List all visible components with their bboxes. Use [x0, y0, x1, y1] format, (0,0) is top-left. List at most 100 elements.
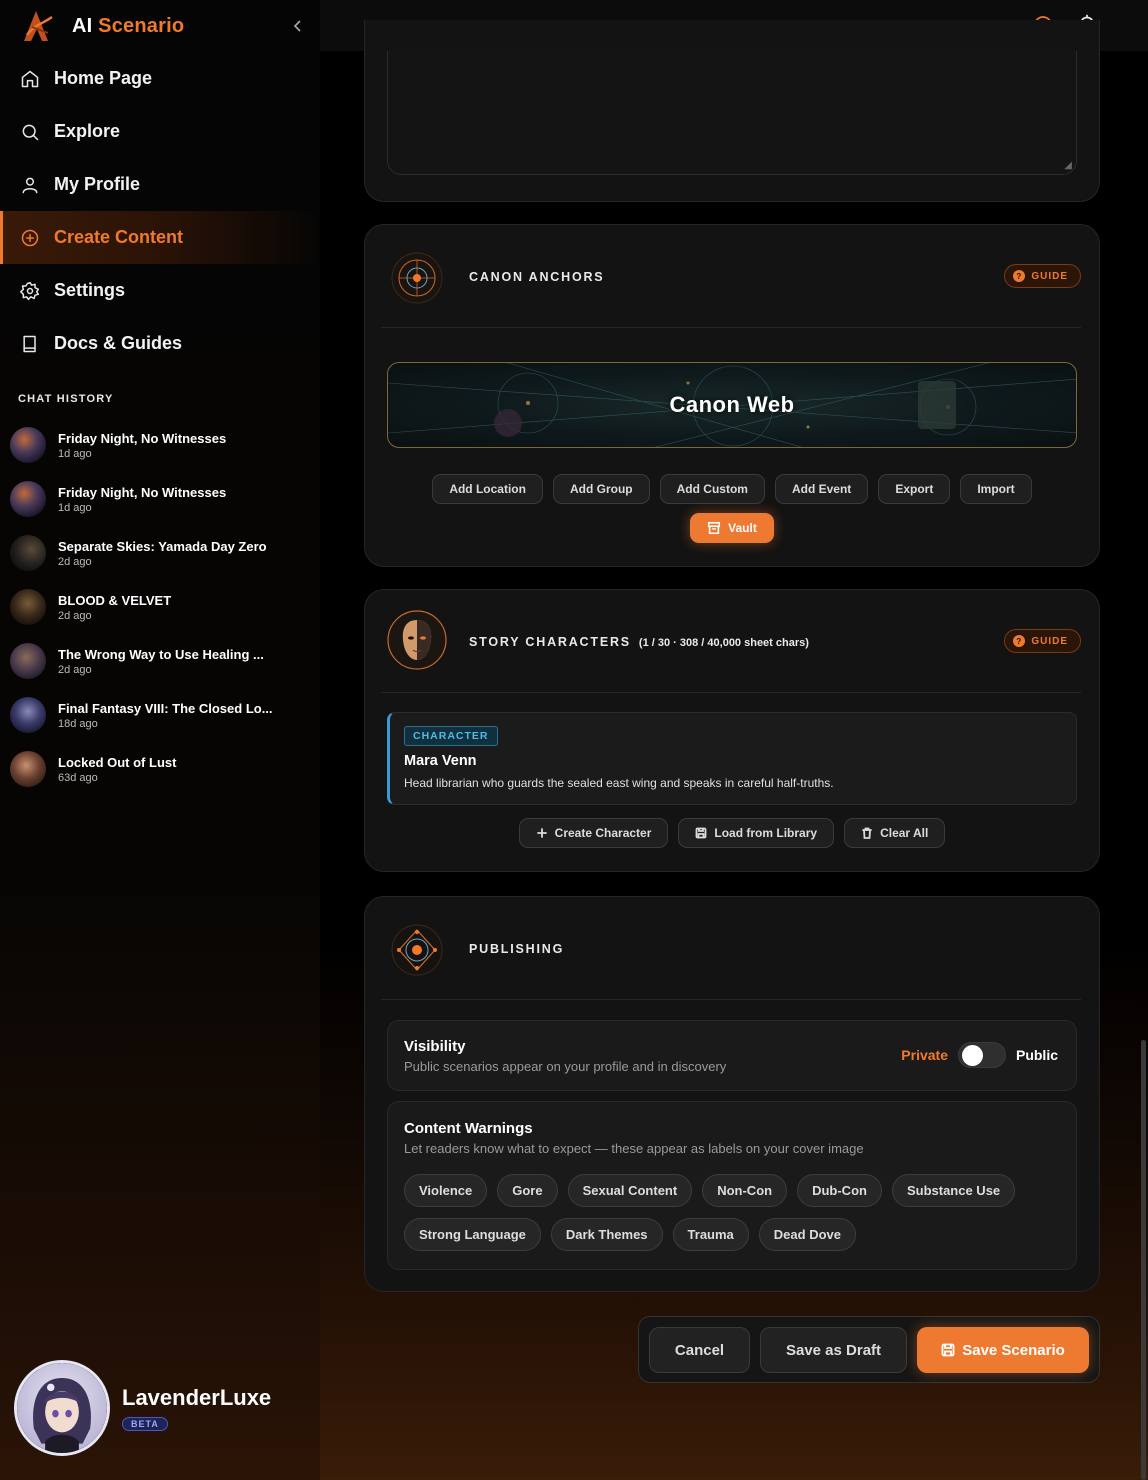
- content-warnings-description: Let readers know what to expect — these …: [404, 1141, 864, 1156]
- canon-actions: Add Location Add Group Add Custom Add Ev…: [364, 474, 1100, 504]
- chat-avatar: [10, 427, 46, 463]
- characters-guide-button[interactable]: ? GUIDE: [1004, 629, 1081, 653]
- search-icon: [22, 124, 39, 140]
- canon-anchors-icon: [391, 252, 443, 304]
- user-profile[interactable]: LavenderLuxe BETA: [14, 1360, 271, 1456]
- save-draft-button[interactable]: Save as Draft: [760, 1327, 907, 1373]
- chat-avatar: [10, 643, 46, 679]
- import-button[interactable]: Import: [960, 474, 1032, 504]
- divider: [381, 692, 1081, 693]
- export-button[interactable]: Export: [878, 474, 951, 504]
- add-group-button[interactable]: Add Group: [552, 474, 650, 504]
- publishing-title: PUBLISHING: [469, 942, 565, 956]
- save-icon: [941, 1343, 955, 1357]
- chat-history-item[interactable]: Friday Night, No Witnesses 1d ago: [10, 418, 310, 472]
- vault-row: Vault: [364, 513, 1100, 543]
- nav-item-label: Docs & Guides: [54, 333, 183, 353]
- nav-item-docs[interactable]: Docs & Guides: [0, 317, 320, 370]
- chat-title: Friday Night, No Witnesses: [58, 430, 227, 446]
- warning-trauma[interactable]: Trauma: [672, 1218, 749, 1251]
- resize-grip-icon[interactable]: ◢: [1064, 160, 1072, 171]
- story-characters-title: STORY CHARACTERS (1 / 30 · 308 / 40,000 s…: [469, 635, 809, 649]
- add-location-button[interactable]: Add Location: [432, 474, 543, 504]
- chat-time: 18d ago: [58, 717, 98, 730]
- publishing-icon: [391, 924, 443, 976]
- chat-title: The Wrong Way to Use Healing ...: [58, 646, 264, 662]
- chat-avatar: [10, 535, 46, 571]
- chat-history-item[interactable]: BLOOD & VELVET 2d ago: [10, 580, 310, 634]
- chat-title: Friday Night, No Witnesses: [58, 484, 227, 500]
- warning-gore[interactable]: Gore: [497, 1174, 558, 1207]
- canon-web-banner[interactable]: Canon Web: [387, 362, 1077, 448]
- gear-icon: [20, 281, 40, 300]
- warning-strong-language[interactable]: Strong Language: [404, 1218, 541, 1251]
- vault-button[interactable]: Vault: [690, 513, 774, 543]
- character-description: Head librarian who guards the sealed eas…: [404, 776, 834, 790]
- character-tag: CHARACTER: [404, 726, 498, 746]
- user-icon: [22, 177, 38, 193]
- help-icon: ?: [1013, 270, 1026, 282]
- chat-history-item[interactable]: Separate Skies: Yamada Day Zero 2d ago: [10, 526, 310, 580]
- scrollbar[interactable]: [1141, 1040, 1146, 1480]
- warning-substance-use[interactable]: Substance Use: [891, 1174, 1016, 1207]
- warning-sexual-content[interactable]: Sexual Content: [567, 1174, 693, 1207]
- warning-dub-con[interactable]: Dub-Con: [797, 1174, 882, 1207]
- create-character-label: Create Character: [554, 826, 652, 840]
- chat-avatar: [10, 589, 46, 625]
- collapse-sidebar-button[interactable]: [288, 14, 308, 38]
- public-label: Public: [1015, 1047, 1058, 1063]
- cancel-button[interactable]: Cancel: [649, 1327, 750, 1373]
- toggle-knob: [961, 1045, 983, 1066]
- load-from-library-button[interactable]: Load from Library: [678, 818, 835, 848]
- warning-dark-themes[interactable]: Dark Themes: [550, 1218, 663, 1251]
- private-label: Private: [901, 1047, 948, 1063]
- add-custom-button[interactable]: Add Custom: [659, 474, 765, 504]
- chat-history-item[interactable]: Locked Out of Lust 63d ago: [10, 742, 310, 796]
- visibility-toggle[interactable]: [957, 1042, 1006, 1068]
- nav-item-create-content[interactable]: Create Content: [0, 211, 320, 264]
- chat-title: Final Fantasy VIII: The Closed Lo...: [58, 700, 273, 716]
- save-scenario-button[interactable]: Save Scenario: [917, 1327, 1089, 1373]
- chat-history-item[interactable]: The Wrong Way to Use Healing ... 2d ago: [10, 634, 310, 688]
- warning-non-con[interactable]: Non-Con: [702, 1174, 788, 1207]
- brand-name: AI Scenario: [72, 14, 185, 37]
- description-textarea[interactable]: ◢: [387, 51, 1077, 175]
- save-scenario-label: Save Scenario: [962, 1341, 1065, 1359]
- chat-history-item[interactable]: Final Fantasy VIII: The Closed Lo... 18d …: [10, 688, 310, 742]
- divider: [381, 327, 1081, 328]
- chat-history-list: Friday Night, No Witnesses 1d ago Friday …: [10, 418, 310, 796]
- visibility-panel: Visibility Public scenarios appear on yo…: [387, 1020, 1077, 1091]
- main-nav: Home Page Explore My Profile Create Cont…: [0, 52, 320, 370]
- character-actions: Create Character Load from Library Clear…: [364, 818, 1100, 848]
- warning-dead-dove[interactable]: Dead Dove: [758, 1218, 856, 1251]
- chat-time: 1d ago: [58, 501, 92, 514]
- character-card[interactable]: CHARACTER Mara Venn Head librarian who g…: [387, 712, 1077, 805]
- canon-anchors-title: CANON ANCHORS: [469, 270, 605, 284]
- brand[interactable]: AI Scenario: [18, 6, 184, 46]
- add-event-button[interactable]: Add Event: [774, 474, 869, 504]
- chat-title: Locked Out of Lust: [58, 754, 177, 770]
- plus-circle-icon: [21, 229, 39, 246]
- canon-web-title: Canon Web: [669, 392, 795, 417]
- chat-time: 2d ago: [58, 609, 92, 622]
- user-name: LavenderLuxe: [122, 1384, 272, 1410]
- nav-item-label: Settings: [54, 280, 126, 300]
- clear-all-label: Clear All: [880, 826, 929, 840]
- warning-violence[interactable]: Violence: [404, 1174, 488, 1207]
- chat-history-item[interactable]: Friday Night, No Witnesses 1d ago: [10, 472, 310, 526]
- nav-item-profile[interactable]: My Profile: [0, 158, 320, 211]
- visibility-title: Visibility: [404, 1038, 466, 1055]
- create-character-button[interactable]: Create Character: [518, 818, 669, 848]
- archive-icon: [708, 521, 721, 535]
- chat-time: 63d ago: [58, 771, 98, 784]
- clear-all-button[interactable]: Clear All: [844, 818, 946, 848]
- chat-avatar: [10, 697, 46, 733]
- chat-title: Separate Skies: Yamada Day Zero: [58, 538, 267, 554]
- guide-label: GUIDE: [1031, 270, 1068, 282]
- nav-item-home[interactable]: Home Page: [0, 52, 320, 105]
- nav-item-explore[interactable]: Explore: [0, 105, 320, 158]
- content-warnings-panel: Content Warnings Let readers know what t…: [387, 1101, 1077, 1270]
- canon-guide-button[interactable]: ? GUIDE: [1004, 264, 1081, 288]
- nav-item-settings[interactable]: Settings: [0, 264, 320, 317]
- content-warning-list: Violence Gore Sexual Content Non-Con Dub…: [404, 1174, 1064, 1262]
